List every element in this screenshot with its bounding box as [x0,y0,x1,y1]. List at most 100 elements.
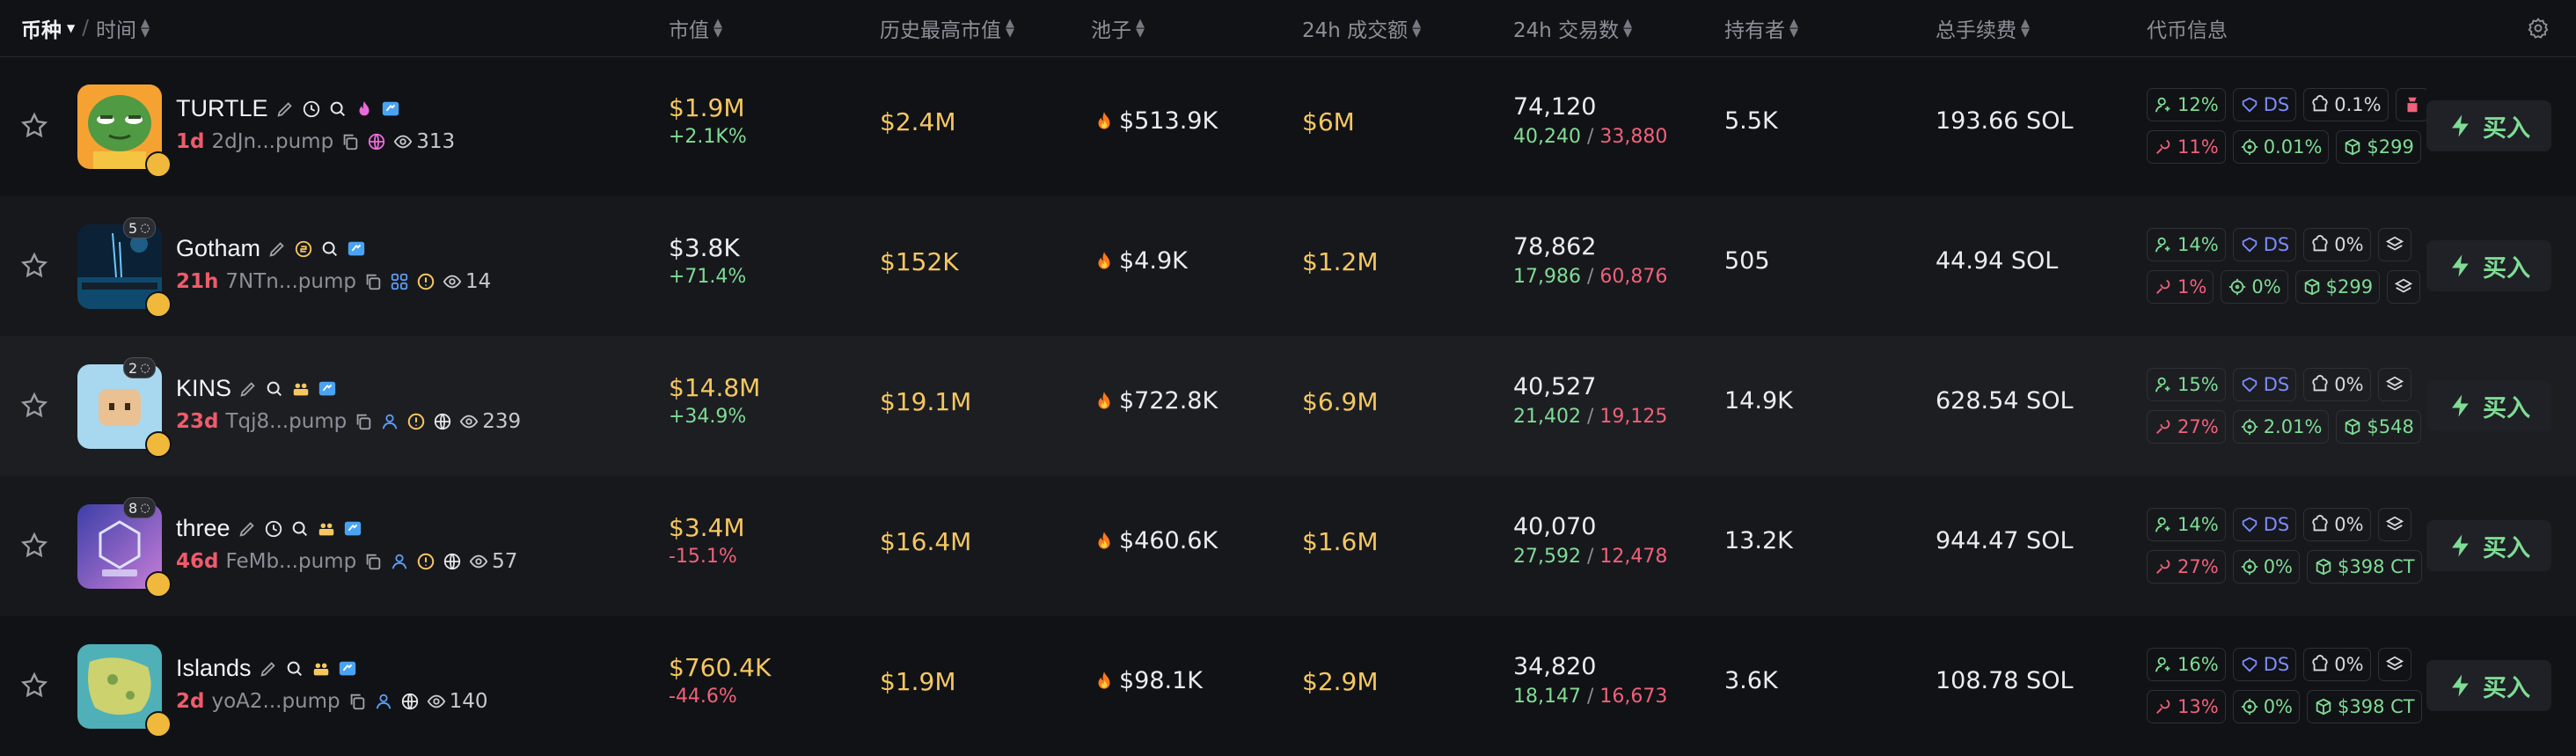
favorite-star-icon[interactable] [19,111,49,141]
snipers-chip[interactable]: 0% [2232,550,2301,584]
token-address[interactable]: 2dJn...pump [211,130,333,153]
globe-icon[interactable] [367,132,386,151]
warning-icon[interactable] [416,272,435,291]
gear-icon[interactable] [2527,17,2550,40]
warning-icon[interactable] [416,552,435,571]
header-token[interactable]: 币种 [21,13,62,43]
layers-chip[interactable] [2377,508,2411,541]
snipers-chip[interactable]: 0.01% [2232,130,2330,164]
header-token-time[interactable]: 币种 ▼ / 时间 ▲ ▼ [21,0,150,56]
dev-holding-chip[interactable]: 27% [2147,550,2226,584]
layers-chip[interactable] [2395,88,2426,121]
search-icon[interactable] [290,519,310,539]
paid-chip[interactable]: $299 [2336,130,2421,164]
token-name[interactable]: TURTLE [176,95,268,122]
sort-icon[interactable]: ▲ ▼ [1006,18,1014,39]
snipers-chip[interactable]: 0% [2232,690,2301,723]
paid-chip[interactable]: $398 CT [2307,690,2422,723]
user-icon[interactable] [390,552,409,571]
token-row[interactable]: TURTLE 1d 2dJn...pump 313 $1.9M +2.1K% $… [0,56,2576,196]
dev-holding-chip[interactable]: 27% [2147,410,2226,444]
twitter-icon[interactable] [318,379,337,399]
header-ath[interactable]: 历史最高市值 ▲ ▼ [880,0,1014,56]
sort-icon[interactable]: ▲ ▼ [714,18,722,39]
header-volume[interactable]: 24h 成交额 ▲ ▼ [1302,0,1421,56]
token-address[interactable]: 7NTn...pump [225,270,356,293]
copy-icon[interactable] [340,132,360,151]
token-row[interactable]: 8 ◌ three 46d FeMb...pump 57 $3.4M -15.1%… [0,476,2576,616]
layers-chip[interactable] [2377,228,2411,261]
token-row[interactable]: 5 ◌ Gotham 21h 7NTn...pump 14 $3.8K +71.4… [0,196,2576,336]
user-icon[interactable] [380,412,399,431]
insiders-chip[interactable]: 0% [2303,648,2371,681]
dexscreener-chip[interactable]: DS [2232,648,2297,681]
dexscreener-chip[interactable]: DS [2232,508,2297,541]
dev-holding-chip[interactable]: 1% [2147,270,2214,304]
header-holders[interactable]: 持有者 ▲ ▼ [1724,0,1798,56]
header-pool[interactable]: 池子 ▲ ▼ [1091,0,1145,56]
group-icon[interactable] [317,519,336,539]
group-icon[interactable] [291,379,311,399]
favorite-star-icon[interactable] [19,251,49,281]
top10-holders-chip[interactable]: 15% [2147,368,2226,401]
group-icon[interactable] [311,659,331,679]
edit-icon[interactable] [259,659,278,679]
snipers-chip[interactable]: 2.01% [2232,410,2330,444]
favorite-star-icon[interactable] [19,391,49,421]
token-name[interactable]: three [176,515,231,542]
community-icon[interactable] [390,272,409,291]
dev-holding-chip[interactable]: 13% [2147,690,2226,723]
extra-chip[interactable] [2387,270,2421,304]
paid-chip[interactable]: $548 [2336,410,2421,444]
warning-icon[interactable] [406,412,426,431]
sort-icon[interactable]: ▲ ▼ [2021,18,2030,39]
search-icon[interactable] [328,99,348,119]
insiders-chip[interactable]: 0% [2303,508,2371,541]
token-row[interactable]: 2 ◌ KINS 23d Tqj8...pump 239 $14.8M +34.9… [0,336,2576,476]
chevron-down-icon[interactable]: ▼ [67,22,75,34]
token-row[interactable]: Islands 2d yoA2...pump 140 $760.4K -44.6… [0,616,2576,756]
paid-chip[interactable]: $398 CT [2307,550,2422,584]
header-fees[interactable]: 总手续费 ▲ ▼ [1936,0,2030,56]
twitter-icon[interactable] [338,659,357,679]
buy-button[interactable]: 买入 [2426,380,2551,431]
globe-icon[interactable] [400,692,420,711]
clock-icon[interactable] [264,519,283,539]
globe-icon[interactable] [433,412,452,431]
twitter-icon[interactable] [347,239,366,259]
copy-icon[interactable] [363,272,383,291]
top10-holders-chip[interactable]: 14% [2147,228,2226,261]
edit-icon[interactable] [267,239,287,259]
user-icon[interactable] [374,692,393,711]
insiders-chip[interactable]: 0% [2303,228,2371,261]
linked-count-badge[interactable]: 5 ◌ [123,217,156,239]
token-name[interactable]: KINS [176,375,231,402]
buy-button[interactable]: 买入 [2426,520,2551,571]
twitter-icon[interactable] [343,519,362,539]
sort-icon[interactable]: ▲ ▼ [141,18,150,39]
clock-icon[interactable] [302,99,321,119]
linked-count-badge[interactable]: 2 ◌ [123,357,156,378]
top10-holders-chip[interactable]: 16% [2147,648,2226,681]
token-name[interactable]: Islands [176,655,252,682]
edit-icon[interactable] [238,519,257,539]
sort-icon[interactable]: ▲ ▼ [1412,18,1421,39]
dexscreener-chip[interactable]: DS [2232,228,2297,261]
search-icon[interactable] [285,659,304,679]
copy-icon[interactable] [354,412,373,431]
buy-button[interactable]: 买入 [2426,660,2551,711]
insiders-chip[interactable]: 0% [2303,368,2371,401]
twitter-icon[interactable] [381,99,400,119]
sort-icon[interactable]: ▲ ▼ [1623,18,1632,39]
fire-icon[interactable] [355,99,374,119]
favorite-star-icon[interactable] [19,531,49,561]
edit-icon[interactable] [238,379,258,399]
token-name[interactable]: Gotham [176,235,260,262]
globe-icon[interactable] [443,552,462,571]
header-tx[interactable]: 24h 交易数 ▲ ▼ [1513,0,1632,56]
sort-icon[interactable]: ▲ ▼ [1789,18,1798,39]
coin-icon[interactable] [294,239,313,259]
header-time[interactable]: 时间 [96,13,136,43]
top10-holders-chip[interactable]: 14% [2147,508,2226,541]
token-address[interactable]: yoA2...pump [211,690,340,713]
